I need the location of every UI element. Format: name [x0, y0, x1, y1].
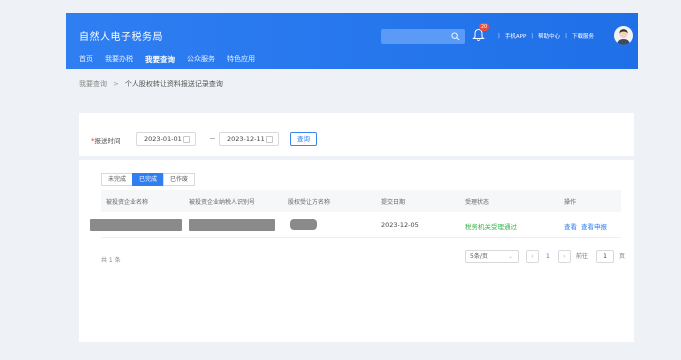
- top-links: | 手机APP | 帮助中心 | 下载服务: [493, 32, 594, 40]
- table-header: 被投资企业名称 被投资企业纳税人识别号 股权受让方名称 提交日期 受理状态 操作: [101, 190, 621, 212]
- link-divider: |: [531, 33, 534, 39]
- breadcrumb: 我要查询 > 个人股权转让资料报送记录查询: [79, 79, 223, 89]
- view-link[interactable]: 查看: [564, 221, 577, 231]
- goto-label: 前往: [576, 253, 589, 260]
- column-header-status: 受理状态: [465, 199, 490, 206]
- date-range-separator: [210, 138, 215, 139]
- results-panel: 未完成 已完成 已作废 被投资企业名称 被投资企业纳税人识别号 股权受让方名称 …: [79, 160, 634, 342]
- user-avatar-icon: [617, 29, 630, 45]
- end-date-value: 2023-12-11: [227, 135, 265, 143]
- search-input[interactable]: [381, 29, 465, 44]
- breadcrumb-separator: >: [113, 80, 119, 88]
- start-date-field[interactable]: 2023-01-01: [136, 132, 196, 146]
- search-icon[interactable]: [451, 32, 460, 41]
- status-cell: 税务机关受理通过: [465, 223, 517, 231]
- notification-badge: 20: [479, 23, 489, 31]
- nav-item-featured-apps[interactable]: 特色应用: [227, 54, 255, 65]
- nav-item-public-service[interactable]: 公众服务: [187, 54, 215, 65]
- filter-label: *报送时间: [91, 135, 121, 145]
- status-tabs: 未完成 已完成 已作废: [101, 173, 196, 186]
- nav-item-tax-handling[interactable]: 我要办税: [105, 54, 133, 65]
- page-size-value: 5条/页: [470, 253, 488, 260]
- breadcrumb-parent[interactable]: 我要查询: [79, 79, 107, 89]
- link-divider: |: [565, 33, 567, 39]
- column-header-transferee: 股权受让方名称: [288, 199, 331, 206]
- tab-completed[interactable]: 已完成: [132, 173, 165, 186]
- column-header-actions: 操作: [564, 199, 577, 206]
- view-declaration-link[interactable]: 查看申报: [581, 221, 607, 231]
- column-header-submit-date: 提交日期: [381, 199, 406, 206]
- goto-page-input[interactable]: 1: [596, 250, 614, 263]
- query-button[interactable]: 查询: [290, 132, 317, 146]
- column-header-taxpayer-id: 被投资企业纳税人识别号: [189, 199, 256, 206]
- next-page-button[interactable]: ›: [558, 250, 571, 263]
- filter-label-text: 报送时间: [94, 137, 121, 145]
- redacted-taxpayer-id: [189, 219, 275, 231]
- redacted-transferee-name: [290, 219, 317, 230]
- redacted-company-name: [90, 219, 182, 231]
- link-help-center[interactable]: 帮助中心: [538, 32, 560, 40]
- nav-item-query[interactable]: 我要查询: [145, 54, 175, 65]
- avatar[interactable]: [614, 26, 633, 45]
- main-nav: 首页 我要办税 我要查询 公众服务 特色应用: [79, 54, 267, 65]
- page-suffix: 页: [619, 253, 626, 260]
- end-date-field[interactable]: 2023-12-11: [219, 132, 279, 146]
- submit-date-cell: 2023-12-05: [381, 221, 419, 229]
- link-divider: |: [498, 33, 500, 39]
- prev-page-button[interactable]: ‹: [526, 250, 539, 263]
- calendar-icon[interactable]: [266, 136, 273, 143]
- breadcrumb-current: 个人股权转让资料报送记录查询: [124, 80, 223, 88]
- app-frame: 自然人电子税务局 首页 我要办税 我要查询 公众服务 特色应用 20 | 手机A…: [66, 13, 638, 349]
- site-title: 自然人电子税务局: [79, 32, 163, 43]
- link-mobile-app[interactable]: 手机APP: [505, 32, 526, 40]
- table-row: 2023-12-05 税务机关受理通过 查看 查看申报: [90, 212, 621, 238]
- calendar-icon[interactable]: [183, 136, 190, 143]
- tab-unfinished[interactable]: 未完成: [101, 173, 134, 186]
- nav-item-home[interactable]: 首页: [79, 54, 93, 65]
- filter-panel: *报送时间 2023-01-01 2023-12-11 查询: [79, 113, 634, 156]
- page-size-select[interactable]: 5条/页 ⌄: [465, 250, 519, 263]
- current-page[interactable]: 1: [546, 250, 550, 263]
- top-header: 自然人电子税务局 首页 我要办税 我要查询 公众服务 特色应用 20 | 手机A…: [66, 13, 638, 69]
- link-download-service[interactable]: 下载服务: [572, 32, 594, 40]
- tab-voided[interactable]: 已作废: [163, 173, 196, 186]
- chevron-down-icon: ⌄: [507, 253, 513, 260]
- column-header-company: 被投资企业名称: [106, 199, 149, 206]
- start-date-value: 2023-01-01: [144, 135, 182, 143]
- total-count: 共 1 条: [101, 257, 121, 264]
